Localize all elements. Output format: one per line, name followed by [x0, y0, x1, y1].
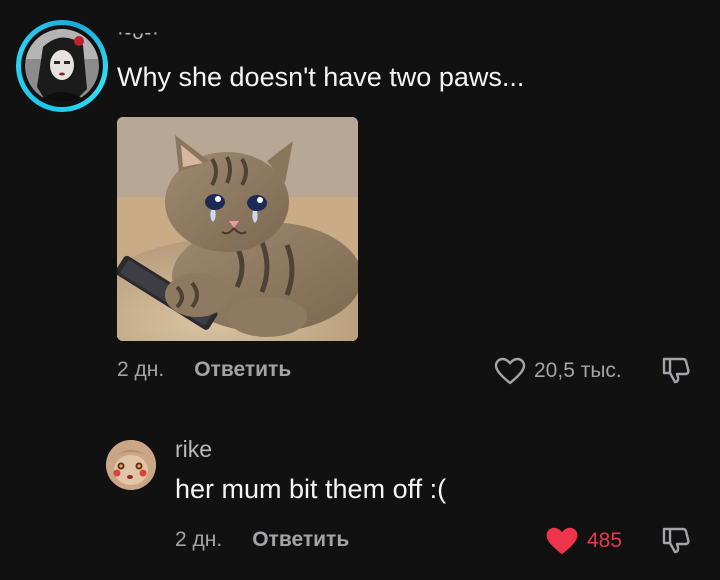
reply-reply-button[interactable]: Ответить	[252, 528, 349, 552]
dislike-icon[interactable]	[660, 354, 692, 386]
comment-date: 2 дн.	[117, 358, 165, 381]
comment-text: Why she doesn't have two paws...	[117, 62, 525, 92]
like-count: 20,5 тыс.	[534, 359, 622, 382]
reply-date: 2 дн.	[175, 528, 223, 551]
comment-meta: 2 дн. Ответить	[117, 358, 291, 382]
reply-like-button[interactable]: 485	[545, 526, 622, 556]
reply-dislike-icon[interactable]	[660, 524, 692, 556]
like-button[interactable]: 20,5 тыс.	[494, 357, 622, 385]
reply-meta: 2 дн. Ответить	[175, 528, 349, 552]
commenter-username[interactable]: ·-ᴗ-·	[117, 22, 160, 45]
reply-username[interactable]: rike	[175, 436, 212, 463]
heart-filled-icon	[546, 527, 578, 555]
commenter-avatar[interactable]	[16, 20, 108, 112]
heart-outline-icon	[494, 357, 526, 385]
reply-button[interactable]: Ответить	[194, 358, 291, 382]
avatar-image	[25, 29, 99, 103]
avatar-ring-gap	[21, 25, 103, 107]
reply-like-count: 485	[587, 529, 623, 552]
reply-avatar[interactable]	[106, 440, 156, 490]
attached-photo[interactable]	[117, 117, 358, 341]
reply-text: her mum bit them off :(	[175, 474, 447, 504]
